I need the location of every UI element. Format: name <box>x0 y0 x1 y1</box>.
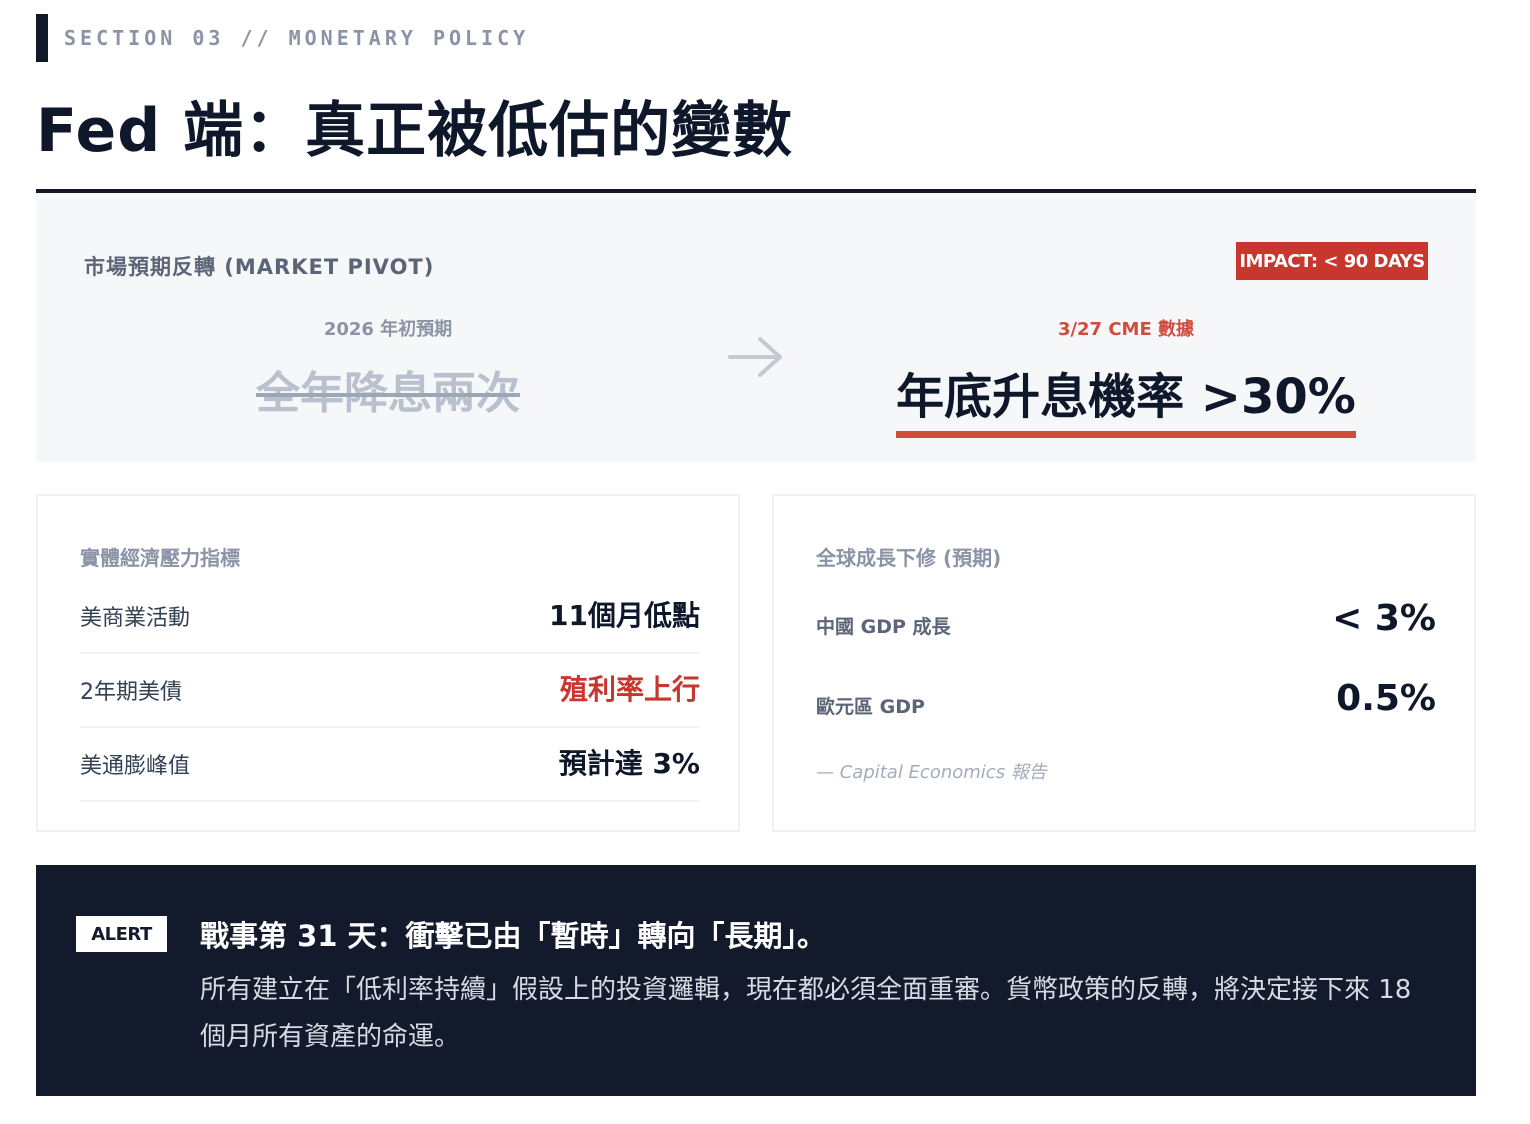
card-heading: 全球成長下修 (預期) <box>816 546 1002 570</box>
gdp-value: < 3% <box>1332 598 1436 639</box>
arrow-right-icon <box>728 337 782 377</box>
market-pivot-panel: 市場預期反轉 (MARKET PIVOT) IMPACT: < 90 DAYS … <box>36 193 1476 462</box>
gdp-label: 歐元區 GDP <box>816 696 925 718</box>
metric-label: 2年期美債 <box>80 680 182 705</box>
page-title: Fed 端：真正被低估的變數 <box>36 96 794 166</box>
gdp-label: 中國 GDP 成長 <box>816 616 951 638</box>
pivot-heading: 市場預期反轉 (MARKET PIVOT) <box>84 255 435 279</box>
metric-row: 美通膨峰值 預計達 3% <box>80 728 700 802</box>
real-economy-indicators-card: 實體經濟壓力指標 美商業活動 11個月低點 2年期美債 殖利率上行 美通膨峰值 … <box>36 494 740 832</box>
pivot-after-label: 3/27 CME 數據 <box>1057 319 1195 340</box>
alert-title: 戰事第 31 天：衝擊已由「暫時」轉向「長期」。 <box>200 919 827 953</box>
metric-label: 美通膨峰值 <box>80 754 191 779</box>
page: SECTION 03 // MONETARY POLICY Fed 端：真正被低… <box>0 0 1530 1124</box>
impact-badge: IMPACT: < 90 DAYS <box>1236 242 1428 280</box>
alert-panel: ALERT 戰事第 31 天：衝擊已由「暫時」轉向「長期」。 所有建立在「低利率… <box>36 865 1476 1096</box>
metric-row: 2年期美債 殖利率上行 <box>80 654 700 728</box>
gdp-row: 歐元區 GDP 0.5% <box>816 674 1436 734</box>
section-label: SECTION 03 // MONETARY POLICY <box>64 26 530 50</box>
source-note: — Capital Economics 報告 <box>816 762 1047 783</box>
pivot-before: 2026 年初預期 全年降息兩次 <box>188 315 588 421</box>
section-accent-bar <box>36 14 48 62</box>
pivot-before-value: 全年降息兩次 <box>256 368 520 419</box>
metric-value: 11個月低點 <box>549 599 700 632</box>
gdp-value: 0.5% <box>1336 678 1436 719</box>
metric-label: 美商業活動 <box>80 606 191 631</box>
metric-value: 殖利率上行 <box>559 673 700 706</box>
alert-body: 所有建立在「低利率持續」假設上的投資邏輯，現在都必須全面重審。貨幣政策的反轉，將… <box>200 975 1412 1052</box>
pivot-after: 3/27 CME 數據 年底升息機率 >30% <box>886 315 1366 438</box>
metric-row: 美商業活動 11個月低點 <box>80 580 700 654</box>
gdp-row: 中國 GDP 成長 < 3% <box>816 594 1436 654</box>
pivot-after-value: 年底升息機率 >30% <box>896 357 1356 438</box>
global-growth-card: 全球成長下修 (預期) 中國 GDP 成長 < 3% 歐元區 GDP 0.5% … <box>772 494 1476 832</box>
pivot-before-label: 2026 年初預期 <box>323 319 453 340</box>
alert-badge: ALERT <box>76 916 167 952</box>
card-heading: 實體經濟壓力指標 <box>80 546 240 570</box>
metric-value: 預計達 3% <box>558 747 700 780</box>
